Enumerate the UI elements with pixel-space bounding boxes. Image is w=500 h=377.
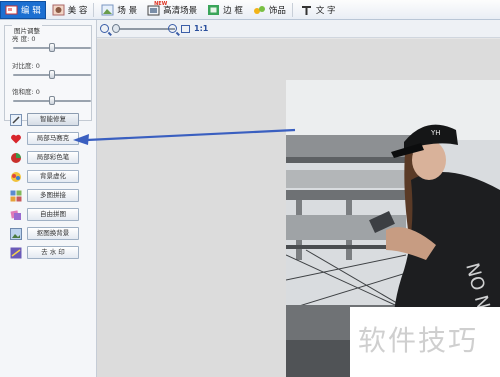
fn-row-smart-repair: 智能修复 [10, 113, 79, 126]
free-collage-button[interactable]: 自由拼图 [27, 208, 79, 221]
cutout-icon [10, 227, 22, 240]
saturation-label: 饱和度: 0 [12, 88, 40, 96]
zoom-bar: 1:1 [97, 20, 500, 38]
tab-beauty-label: 美 容 [67, 5, 88, 16]
color-pen-icon [10, 152, 22, 164]
fn-row-watermark: 去 水 印 [10, 246, 79, 259]
fn-row-free-collage: 自由拼图 [10, 208, 79, 221]
background-blur-icon [10, 171, 22, 183]
zoom-out-icon[interactable] [100, 24, 109, 33]
brightness-label: 亮 度: 0 [12, 35, 36, 43]
fn-row-color-pen: 局部彩色笔 [10, 151, 79, 164]
remove-watermark-icon [10, 247, 22, 259]
multi-image-stitch-button[interactable]: 多图拼接 [27, 189, 79, 202]
saturation-slider-thumb[interactable] [49, 96, 55, 105]
toolbar-divider [291, 2, 293, 17]
tab-beauty[interactable]: 美 容 [48, 1, 92, 19]
smart-repair-button[interactable]: 智能修复 [27, 113, 79, 126]
local-color-pen-button[interactable]: 局部彩色笔 [27, 151, 79, 164]
saturation-slider[interactable] [13, 96, 91, 105]
background-blur-button[interactable]: 背景虚化 [27, 170, 79, 183]
contrast-label: 对比度: 0 [12, 62, 40, 70]
actual-size-ratio[interactable]: 1:1 [194, 24, 208, 33]
fit-window-icon[interactable] [181, 25, 190, 33]
smart-repair-icon [10, 113, 22, 126]
contrast-slider-thumb[interactable] [49, 70, 55, 79]
tab-accessory[interactable]: 饰品 [249, 1, 290, 19]
zoom-slider-thumb[interactable] [112, 24, 120, 33]
cap-logo-text: YH [430, 129, 441, 137]
multi-stitch-icon [10, 190, 22, 202]
fn-row-cutout: 抠图换背景 [10, 227, 79, 240]
cutout-background-button[interactable]: 抠图换背景 [27, 227, 79, 240]
watermark-text: 软件技巧 [358, 324, 479, 357]
tab-edit-label: 编 辑 [21, 5, 41, 16]
text-icon [300, 4, 313, 16]
brightness-slider[interactable] [13, 43, 91, 52]
edit-icon [5, 4, 18, 16]
heart-icon [10, 133, 22, 145]
fn-row-mosaic: 局部马赛克 [10, 132, 79, 145]
tab-frame-label: 边 框 [223, 5, 243, 16]
tab-scene[interactable]: 场 景 [97, 1, 141, 19]
tab-text-label: 文 字 [315, 5, 336, 16]
remove-watermark-button[interactable]: 去 水 印 [27, 246, 79, 259]
local-mosaic-button[interactable]: 局部马赛克 [27, 132, 79, 145]
zoom-in-icon[interactable] [168, 24, 177, 33]
contrast-slider[interactable] [13, 70, 91, 79]
zoom-slider[interactable] [115, 28, 175, 30]
hd-scene-icon: NEW [147, 1, 167, 16]
free-collage-icon [10, 209, 22, 221]
tab-edit[interactable]: 编 辑 [0, 0, 46, 19]
tab-hd-scene-label: 高清场景 [163, 5, 198, 16]
scene-icon [101, 4, 114, 16]
image-adjust-group: 图片调整 亮 度: 0 对比度: 0 饱和度: 0 [4, 25, 92, 121]
tab-hd-scene[interactable]: NEW 高清场景 [143, 1, 201, 19]
face-icon [52, 4, 65, 16]
toolbar-divider [93, 2, 95, 17]
tab-text[interactable]: 文 字 [296, 1, 340, 19]
main-toolbar: 编 辑 美 容 场 景 NEW 高清场景 边 框 饰品 文 字 [0, 0, 500, 20]
left-tool-panel: 图片调整 亮 度: 0 对比度: 0 饱和度: 0 智能修复 局部马赛克 局部彩… [0, 20, 97, 377]
frame-icon [207, 4, 220, 16]
tab-scene-label: 场 景 [117, 5, 138, 16]
brightness-slider-thumb[interactable] [49, 43, 55, 52]
tab-accessory-label: 饰品 [268, 5, 286, 16]
new-badge: NEW [154, 0, 168, 7]
accessory-icon [253, 4, 266, 16]
fn-row-multi-stitch: 多图拼接 [10, 189, 79, 202]
fn-row-blur: 背景虚化 [10, 170, 79, 183]
watermark-overlay: 软件技巧 [350, 307, 500, 377]
tab-frame[interactable]: 边 框 [203, 1, 247, 19]
